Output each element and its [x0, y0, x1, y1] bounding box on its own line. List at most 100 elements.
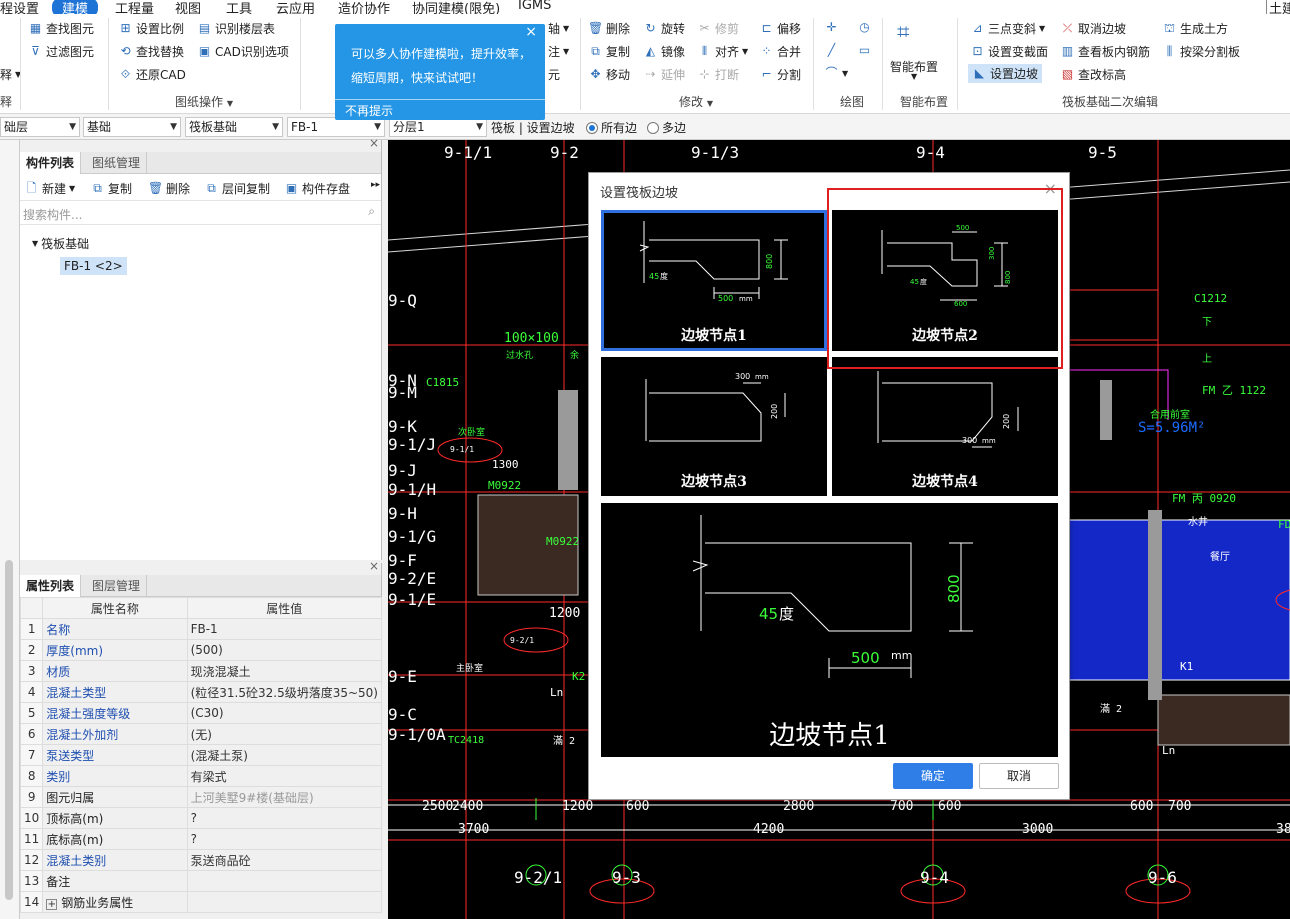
tab-component-list[interactable]: 构件列表 [20, 152, 82, 174]
ribbon-partial-axis[interactable]: 轴 ▼ [548, 20, 569, 37]
prop-value[interactable] [186, 891, 383, 913]
align-button[interactable]: ⫴ 对齐 ▼ [697, 43, 748, 60]
scrollbar[interactable] [5, 560, 13, 900]
merge-button[interactable]: ⁘ 合并 [759, 43, 801, 60]
tree-node-raft[interactable]: ▼ 筏板基础 [32, 235, 89, 252]
move-button[interactable]: ✥ 移动 [588, 66, 630, 83]
delete-button[interactable]: 🗑 删除 [588, 20, 630, 37]
table-row[interactable]: 2 厚度(mm) (500) [19, 639, 383, 661]
find-replace-button[interactable]: ⟲ 查找替换 [118, 43, 184, 60]
break-button[interactable]: ⊹ 打断 [697, 66, 739, 83]
rotate-button[interactable]: ↻ 旋转 [643, 20, 685, 37]
prop-value[interactable]: (粒径31.5砼32.5级坍落度35~50) [186, 681, 383, 703]
prop-value[interactable]: 现浇混凝土 [186, 660, 383, 682]
draw-rect-button[interactable]: ▭ [857, 43, 872, 58]
menu-igms[interactable]: IGMS [518, 0, 551, 13]
prop-value[interactable]: (混凝土泵) [186, 744, 383, 766]
new-component-button[interactable]: 🗋 新建 ▼ [24, 180, 76, 197]
cancel-button[interactable]: 取消 [979, 763, 1059, 789]
extend-button[interactable]: ⇢ 延伸 [643, 66, 685, 83]
draw-line-button[interactable]: ╱ [824, 43, 839, 58]
draw-circle-button[interactable]: ◷ [857, 20, 872, 35]
floor-copy-button[interactable]: ⧉ 层间复制 [204, 180, 270, 197]
table-row[interactable]: 14 + 钢筋业务属性 [19, 891, 383, 913]
trim-button[interactable]: ✂ 修剪 [697, 20, 739, 37]
tab-props-list[interactable]: 属性列表 [20, 575, 82, 597]
prop-value[interactable]: FB-1 [186, 618, 383, 640]
prop-value[interactable]: (500) [186, 639, 383, 661]
table-row[interactable]: 12 混凝土类别 泵送商品砼 [19, 849, 383, 871]
filter-element-button[interactable]: ⊽ 过滤图元 [28, 43, 94, 60]
subtype-select[interactable]: 筏板基础 ▼ [185, 117, 283, 137]
dismiss-link[interactable]: 不再提示 [345, 102, 393, 119]
table-row[interactable]: 10 顶标高(m)? [19, 807, 383, 829]
search-icon[interactable]: ⌕ [368, 204, 375, 219]
slope-node-3-tile[interactable]: 300 mm 200 边坡节点3 [601, 357, 827, 496]
check-elevation-button[interactable]: ▧ 查改标高 [1060, 66, 1126, 83]
ribbon-partial-element[interactable]: 元 [548, 66, 560, 83]
ribbon-partial-annot[interactable]: 注 ▼ [548, 43, 569, 60]
slope-node-1-tile[interactable]: 45 度 500 mm 800 边坡节点1 [601, 210, 827, 351]
tab-layer-manage[interactable]: 图层管理 [86, 575, 148, 597]
tree-item-fb1[interactable]: FB-1 <2> [60, 257, 127, 275]
floor-select[interactable]: 础层 ▼ [0, 117, 80, 137]
prop-value[interactable]: (无) [186, 723, 383, 745]
multi-edges-radio[interactable]: 多边 [647, 119, 686, 136]
cancel-slope-button[interactable]: ⤫ 取消边坡 [1060, 20, 1126, 37]
prop-value[interactable]: (C30) [186, 702, 383, 724]
table-row[interactable]: 1 名称 FB-1 [19, 618, 383, 640]
table-row[interactable]: 4 混凝土类型 (粒径31.5砼32.5级坍落度35~50) [19, 681, 383, 703]
component-select[interactable]: FB-1 ▼ [287, 117, 385, 137]
table-row[interactable]: 5 混凝土强度等级 (C30) [19, 702, 383, 724]
offset-button[interactable]: ⊏ 偏移 [759, 20, 801, 37]
prop-value[interactable]: 上河美墅9#楼(基础层) [186, 786, 383, 808]
table-row[interactable]: 6 混凝土外加剂 (无) [19, 723, 383, 745]
copy-component-button[interactable]: ⧉ 复制 [90, 180, 132, 197]
close-icon[interactable]: × [369, 136, 379, 150]
generate-earth-button[interactable]: ⛫ 生成土方 [1162, 20, 1228, 37]
prop-value[interactable]: 泵送商品砼 [186, 849, 383, 871]
find-element-button[interactable]: ▦ 查找图元 [28, 20, 94, 37]
copy-button[interactable]: ⧉ 复制 [588, 43, 630, 60]
prop-value[interactable] [186, 870, 383, 892]
close-icon[interactable]: × [525, 24, 537, 40]
table-row[interactable]: 13 备注 [19, 870, 383, 892]
search-input[interactable]: 搜索构件... [23, 206, 82, 223]
layer-select[interactable]: 分层1 ▼ [389, 117, 487, 137]
tab-drawing-manage[interactable]: 图纸管理 [86, 152, 148, 174]
table-row[interactable]: 3 材质 现浇混凝土 [19, 660, 383, 682]
slope-node-4-tile[interactable]: 300 mm 200 边坡节点4 [832, 357, 1058, 496]
set-scale-button[interactable]: ⊞ 设置比例 [118, 20, 184, 37]
expand-icon[interactable]: + [46, 898, 58, 910]
all-edges-radio[interactable]: 所有边 [586, 119, 637, 136]
prop-value[interactable]: 有梁式 [186, 765, 383, 787]
mirror-button[interactable]: ◭ 镜像 [643, 43, 685, 60]
close-icon[interactable]: × [369, 559, 379, 573]
set-slope-button[interactable]: ◣ 设置边坡 [968, 64, 1043, 83]
table-row[interactable]: 7 泵送类型 (混凝土泵) [19, 744, 383, 766]
restore-cad-button[interactable]: ⟐ 还原CAD [118, 66, 186, 83]
table-row[interactable]: 11 底标高(m)? [19, 828, 383, 850]
more-icon[interactable]: ▸▸ [371, 180, 380, 190]
group-drawing-ops[interactable]: 图纸操作 ▼ [175, 93, 233, 110]
identify-floor-table-button[interactable]: ▤ 识别楼层表 [197, 20, 275, 37]
delete-component-button[interactable]: 🗑 删除 [148, 180, 190, 197]
chevron-down-icon: ▼ [476, 122, 483, 132]
table-row[interactable]: 8 类别 有梁式 [19, 765, 383, 787]
set-section-button[interactable]: ⊡ 设置变截面 [970, 43, 1048, 60]
split-button[interactable]: ⌐ 分割 [759, 66, 801, 83]
draw-point-button[interactable]: ✛ [824, 20, 839, 35]
ok-button[interactable]: 确定 [893, 763, 973, 789]
three-point-slope-button[interactable]: ⊿ 三点变斜 ▼ [970, 20, 1045, 37]
split-by-beam-button[interactable]: ⫼ 按梁分割板 [1162, 43, 1240, 60]
prop-value[interactable]: ? [186, 828, 383, 850]
store-component-button[interactable]: ▣ 构件存盘 [284, 180, 350, 197]
table-row[interactable]: 9 图元归属 上河美墅9#楼(基础层) [19, 786, 383, 808]
prop-value[interactable]: ? [186, 807, 383, 829]
row-number: 10 [19, 807, 44, 829]
view-rebar-button[interactable]: ▥ 查看板内钢筋 [1060, 43, 1150, 60]
group-modify[interactable]: 修改 ▼ [679, 93, 713, 110]
cad-options-button[interactable]: ▣ CAD识别选项 [197, 43, 289, 60]
draw-arc-button[interactable]: ⌒ ▼ [824, 66, 848, 81]
type-select[interactable]: 基础 ▼ [83, 117, 181, 137]
